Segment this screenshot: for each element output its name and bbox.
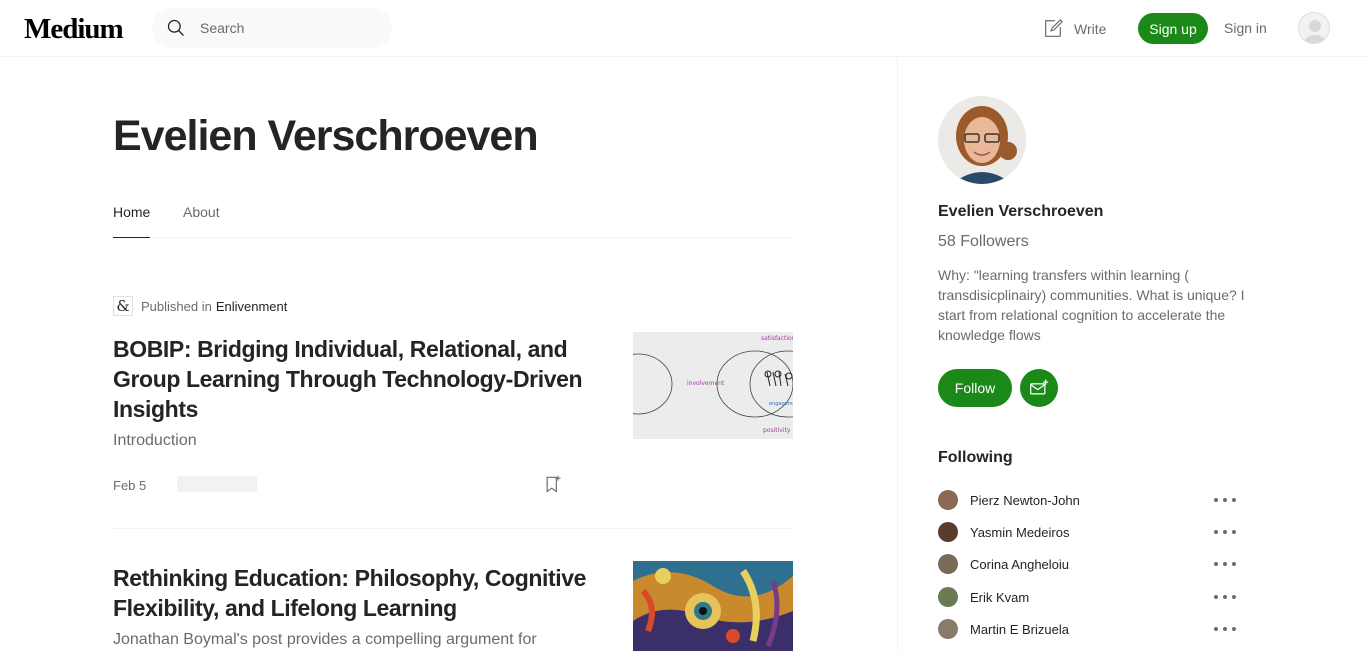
- following-heading: Following: [938, 449, 1013, 466]
- profile-tabs: Home About: [113, 202, 793, 238]
- sidebar-author-name[interactable]: Evelien Verschroeven: [938, 203, 1103, 221]
- post-thumbnail[interactable]: satisfaction involvement engagement posi…: [633, 332, 793, 439]
- search-icon: [167, 19, 184, 36]
- profile-sidebar: Evelien Verschroeven 58 Followers Why: "…: [897, 57, 1366, 651]
- search-input[interactable]: Search: [200, 20, 244, 36]
- tab-home[interactable]: Home: [113, 204, 151, 238]
- page-title: Evelien Verschroeven: [113, 112, 539, 160]
- following-avatar[interactable]: [938, 587, 958, 607]
- thumbnail-word: positivity: [763, 427, 791, 434]
- more-options-icon[interactable]: [1214, 620, 1236, 638]
- signin-link[interactable]: Sign in: [1224, 20, 1267, 36]
- subscribe-button[interactable]: [1020, 369, 1058, 407]
- following-name[interactable]: Martin E Brizuela: [970, 622, 1069, 637]
- mail-plus-icon: [1030, 379, 1049, 395]
- following-item[interactable]: Yasmin Medeiros: [938, 521, 1238, 543]
- profile-avatar[interactable]: [938, 96, 1026, 184]
- search-bar[interactable]: Search: [152, 8, 392, 48]
- publication-icon[interactable]: &: [113, 296, 133, 316]
- more-options-icon[interactable]: [1214, 555, 1236, 573]
- following-name[interactable]: Corina Angheloiu: [970, 557, 1069, 572]
- following-item[interactable]: Pierz Newton-John: [938, 489, 1238, 511]
- medium-logo[interactable]: Medium: [24, 13, 124, 46]
- following-avatar[interactable]: [938, 522, 958, 542]
- following-item[interactable]: Martin E Brizuela: [938, 618, 1238, 640]
- publication-name[interactable]: Enlivenment: [216, 299, 288, 314]
- following-avatar[interactable]: [938, 619, 958, 639]
- post-subtitle[interactable]: Jonathan Boymal's post provides a compel…: [113, 629, 593, 651]
- signup-button[interactable]: Sign up: [1138, 13, 1208, 44]
- publication-line: & Published in Enlivenment: [113, 295, 287, 317]
- write-button[interactable]: Write: [1042, 17, 1106, 41]
- post-divider: [113, 528, 793, 529]
- following-name[interactable]: Erik Kvam: [970, 590, 1029, 605]
- following-name[interactable]: Pierz Newton-John: [970, 493, 1080, 508]
- following-item[interactable]: Erik Kvam: [938, 586, 1238, 608]
- following-item[interactable]: Corina Angheloiu: [938, 553, 1238, 575]
- thumbnail-word: engagement: [769, 401, 793, 407]
- more-options-icon[interactable]: [1214, 523, 1236, 541]
- following-name[interactable]: Yasmin Medeiros: [970, 525, 1069, 540]
- following-avatar[interactable]: [938, 554, 958, 574]
- bookmark-icon[interactable]: [543, 473, 563, 495]
- author-bio: Why: "learning transfers within learning…: [938, 267, 1245, 343]
- post-date: Feb 5: [113, 478, 147, 493]
- post-title[interactable]: BOBIP: Bridging Individual, Relational, …: [113, 334, 593, 424]
- thumbnail-word: involvement: [687, 380, 725, 387]
- following-avatar[interactable]: [938, 490, 958, 510]
- tab-about[interactable]: About: [183, 204, 220, 238]
- post-subtitle[interactable]: Introduction: [113, 430, 593, 452]
- follow-button[interactable]: Follow: [938, 369, 1012, 407]
- followers-count[interactable]: 58 Followers: [938, 233, 1029, 251]
- more-options-icon[interactable]: [1214, 491, 1236, 509]
- more-options-icon[interactable]: [1214, 588, 1236, 606]
- post-title[interactable]: Rethinking Education: Philosophy, Cognit…: [113, 563, 593, 623]
- write-icon: [1045, 18, 1064, 37]
- top-navbar: Medium Search Write Sign up Sign in: [0, 0, 1366, 57]
- thumbnail-word: satisfaction: [761, 335, 793, 342]
- post-meta-placeholder: [177, 476, 257, 492]
- published-in-label: Published in: [141, 298, 212, 314]
- write-label: Write: [1074, 21, 1107, 37]
- post-thumbnail[interactable]: [633, 561, 793, 651]
- user-avatar-icon[interactable]: [1298, 12, 1330, 44]
